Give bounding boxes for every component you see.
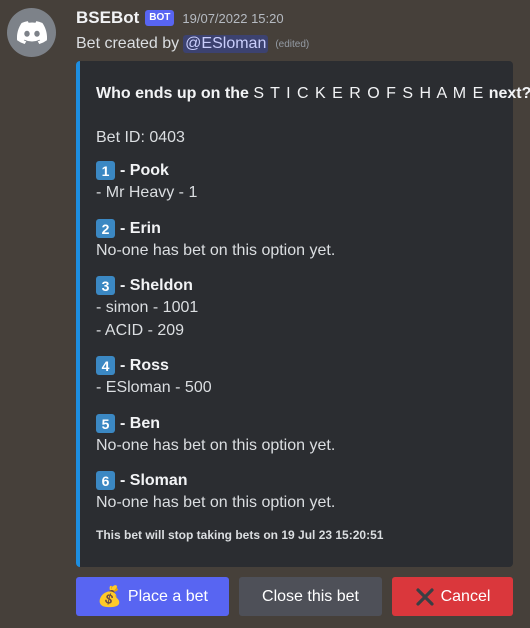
option-4: 4 - Ross - ESloman - 500 bbox=[96, 355, 212, 399]
title-end: next? bbox=[488, 85, 530, 102]
bot-tag: BOT bbox=[145, 10, 175, 26]
cancel-label: Cancel bbox=[440, 587, 491, 605]
content-prefix: Bet created by bbox=[76, 35, 180, 52]
option-name: - Sloman bbox=[120, 471, 188, 489]
option-name: - Pook bbox=[120, 161, 169, 179]
option-2: 2 - Erin No-one has bet on this option ye… bbox=[96, 218, 335, 262]
keycap-3-icon: 3 bbox=[96, 276, 115, 295]
message-header: BSEBot BOT 19/07/2022 15:20 bbox=[76, 8, 284, 28]
option-line: - Mr Heavy - 1 bbox=[96, 184, 198, 201]
option-line: No-one has bet on this option yet. bbox=[96, 242, 336, 259]
option-name: - Sheldon bbox=[120, 276, 193, 294]
option-line: - ESloman - 500 bbox=[96, 379, 212, 396]
option-name: - Ben bbox=[120, 414, 160, 432]
option-name: - Erin bbox=[120, 219, 161, 237]
bet-id: Bet ID: 0403 bbox=[96, 129, 185, 146]
keycap-5-icon: 5 bbox=[96, 414, 115, 433]
keycap-4-icon: 4 bbox=[96, 356, 115, 375]
close-bet-button[interactable]: Close this bet bbox=[239, 577, 382, 616]
keycap-2-icon: 2 bbox=[96, 219, 115, 238]
title-start: Who ends up on the bbox=[96, 85, 249, 102]
option-6: 6 - Sloman No-one has bet on this option … bbox=[96, 470, 335, 514]
keycap-1-icon: 1 bbox=[96, 161, 115, 180]
keycap-6-icon: 6 bbox=[96, 471, 115, 490]
option-line: - simon - 1001 bbox=[96, 299, 199, 316]
place-bet-button[interactable]: 💰 Place a bet bbox=[76, 577, 229, 616]
embed-footer: This bet will stop taking bets on 19 Jul… bbox=[96, 528, 384, 542]
bet-embed: Who ends up on the S T I C K E R O F S H… bbox=[76, 61, 530, 567]
option-5: 5 - Ben No-one has bet on this option yet… bbox=[96, 413, 335, 457]
timestamp: 19/07/2022 15:20 bbox=[182, 10, 284, 26]
discord-logo-icon bbox=[16, 21, 47, 44]
avatar[interactable] bbox=[7, 8, 56, 57]
user-mention[interactable]: @ESloman bbox=[183, 35, 269, 53]
option-line: - ACID - 209 bbox=[96, 322, 185, 339]
embed-title: Who ends up on the S T I C K E R O F S H… bbox=[96, 85, 530, 103]
option-line: No-one has bet on this option yet. bbox=[96, 437, 336, 454]
option-name: - Ross bbox=[120, 356, 169, 374]
x-icon bbox=[415, 587, 434, 606]
title-spaced: S T I C K E R O F S H A M E bbox=[253, 85, 485, 102]
cancel-button[interactable]: Cancel bbox=[392, 577, 513, 616]
message: BSEBot BOT 19/07/2022 15:20 Bet created … bbox=[0, 0, 530, 628]
edited-label: (edited) bbox=[275, 38, 310, 50]
money-bag-icon: 💰 bbox=[97, 585, 122, 608]
option-1: 1 - Pook - Mr Heavy - 1 bbox=[96, 160, 197, 204]
close-bet-label: Close this bet bbox=[262, 587, 359, 605]
option-3: 3 - Sheldon - simon - 1001 - ACID - 209 bbox=[96, 275, 198, 342]
place-bet-label: Place a bet bbox=[127, 587, 208, 605]
username[interactable]: BSEBot bbox=[76, 8, 139, 28]
message-content: Bet created by @ESloman (edited) bbox=[76, 35, 309, 53]
option-line: No-one has bet on this option yet. bbox=[96, 494, 336, 511]
